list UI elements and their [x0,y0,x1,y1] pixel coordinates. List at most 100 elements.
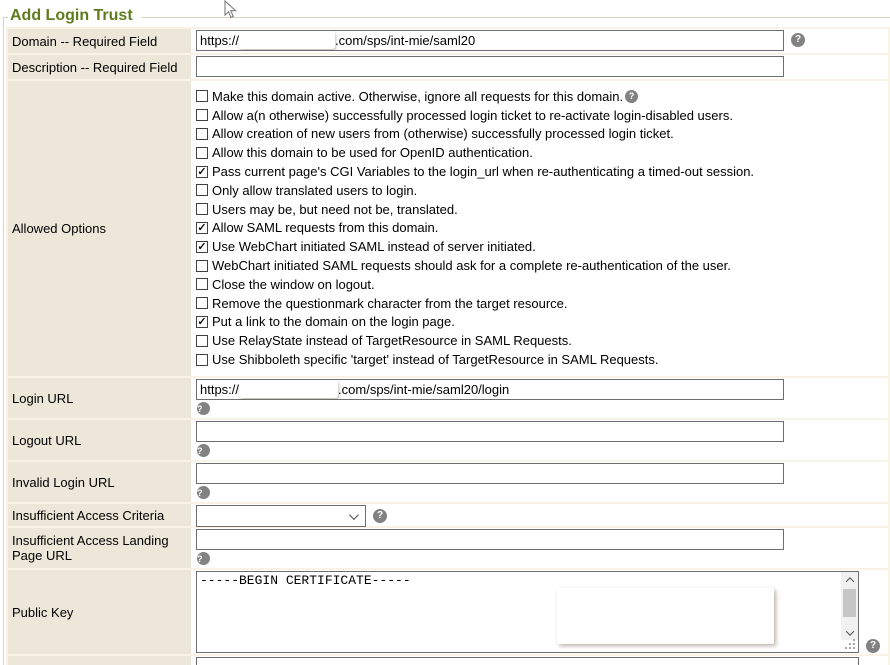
mouse-cursor-icon [224,0,237,19]
checkbox-only-translated-users[interactable] [196,184,208,196]
login-url-prefix: https:// [200,382,239,397]
scroll-up-button[interactable] [841,572,858,587]
checkbox-openid[interactable] [196,147,208,159]
logout-url-cell: ? [191,420,888,460]
option-shibboleth-target: Use Shibboleth specific 'target' instead… [196,350,888,369]
description-label: Description -- Required Field [8,55,191,79]
add-login-trust-page: Add Login Trust Domain -- Required Field… [0,0,890,665]
allowed-options-label: Allowed Options [8,81,191,376]
checkbox-remove-questionmark[interactable] [196,297,208,309]
form-row-allowed-options: Allowed Options Make this domain active.… [8,81,888,376]
checkbox-shibboleth-target[interactable] [196,354,208,366]
checkbox-user-creation[interactable] [196,128,208,140]
option-label: Put a link to the domain on the login pa… [212,314,455,329]
option-allow-saml: ✓ Allow SAML requests from this domain. [196,219,888,238]
option-label: Pass current page's CGI Variables to the… [212,164,754,179]
textarea-scrollbar[interactable] [841,572,858,640]
login-url-cell: https:// .com/sps/int-mie/saml20/login ? [191,378,888,418]
insufficient-access-criteria-cell: ? [191,504,888,526]
arrow-down-icon [845,627,853,635]
redaction-box [239,380,338,398]
checkbox-users-may-be-translated[interactable] [196,203,208,215]
checkbox-webchart-initiated-saml[interactable]: ✓ [196,241,208,253]
logout-url-help-icon[interactable]: ? [197,444,210,457]
domain-help-icon[interactable]: ? [791,33,805,47]
form-row-insufficient-access-criteria: Insufficient Access Criteria ? [8,504,888,526]
public-key-cell: -----BEGIN CERTIFICATE----- ? [191,570,888,654]
public-key-textarea[interactable]: -----BEGIN CERTIFICATE----- [196,571,859,653]
checkbox-link-on-login-page[interactable]: ✓ [196,316,208,328]
checkbox-make-domain-active[interactable] [196,90,208,102]
option-label: Allow creation of new users from (otherw… [212,126,674,141]
insufficient-access-landing-cell: ? [191,528,888,568]
option-label: Remove the questionmark character from t… [212,296,568,311]
form-row-invalid-login-url: Invalid Login URL ? [8,462,888,502]
resize-grip[interactable] [853,647,855,649]
option-close-window-logout: Close the window on logout. [196,275,888,294]
cutoff-input[interactable] [196,657,859,665]
invalid-login-url-help-icon[interactable]: ? [197,486,210,499]
form-fieldset: Add Login Trust Domain -- Required Field… [3,17,890,665]
invalid-login-url-input[interactable] [196,463,784,484]
checkbox-close-window-logout[interactable] [196,278,208,290]
arrow-up-icon [845,577,853,585]
option-remove-questionmark: Remove the questionmark character from t… [196,294,888,313]
allowed-options-list: Make this domain active. Otherwise, igno… [196,82,888,369]
form-row-login-url: Login URL https:// .com/sps/int-mie/saml… [8,378,888,418]
option-label: WebChart initiated SAML requests should … [212,258,731,273]
option-label: Use Shibboleth specific 'target' instead… [212,352,658,367]
option-user-creation: Allow creation of new users from (otherw… [196,125,888,144]
option-label: Use RelayState instead of TargetResource… [212,333,572,348]
login-url-label: Login URL [8,378,191,418]
insufficient-access-criteria-select[interactable] [196,505,366,527]
insufficient-access-criteria-help-icon[interactable]: ? [373,509,387,523]
checkbox-saml-complete-reauth[interactable] [196,260,208,272]
cutoff-cell [191,656,888,665]
invalid-login-url-cell: ? [191,462,888,502]
form-row-cutoff [8,656,888,665]
redaction-box [239,31,335,49]
option-saml-complete-reauth: WebChart initiated SAML requests should … [196,256,888,275]
checkbox-pass-cgi-variables[interactable]: ✓ [196,166,208,178]
redaction-box [557,588,774,644]
form-row-insufficient-access-landing: Insufficient Access Landing Page URL ? [8,528,888,568]
invalid-login-url-label: Invalid Login URL [8,462,191,502]
option-only-translated-users: Only allow translated users to login. [196,181,888,200]
option-link-on-login-page: ✓ Put a link to the domain on the login … [196,313,888,332]
insufficient-access-landing-help-icon[interactable]: ? [197,552,210,565]
insufficient-access-landing-input[interactable] [196,529,784,550]
logout-url-input[interactable] [196,421,784,442]
domain-label: Domain -- Required Field [8,29,191,53]
public-key-help-icon[interactable]: ? [866,639,880,653]
checkbox-ticket-reactivate[interactable] [196,109,208,121]
option-help-icon[interactable]: ? [625,90,638,103]
insufficient-access-criteria-label: Insufficient Access Criteria [8,504,191,526]
certificate-text: -----BEGIN CERTIFICATE----- [197,572,858,589]
form-row-domain: Domain -- Required Field https:// .com/s… [8,29,888,53]
checkbox-allow-saml[interactable]: ✓ [196,222,208,234]
form-row-description: Description -- Required Field [8,55,888,79]
login-url-input[interactable]: https:// .com/sps/int-mie/saml20/login [196,379,784,400]
insufficient-access-landing-label: Insufficient Access Landing Page URL [8,528,191,568]
domain-input[interactable]: https:// .com/sps/int-mie/saml20 [196,30,784,51]
login-url-suffix: .com/sps/int-mie/saml20/login [338,382,509,397]
description-input[interactable] [196,56,784,77]
checkbox-use-relaystate[interactable] [196,335,208,347]
scrollbar-thumb[interactable] [843,589,856,617]
domain-input-prefix: https:// [200,33,239,48]
option-users-may-be-translated: Users may be, but need not be, translate… [196,200,888,219]
option-label: Close the window on logout. [212,277,375,292]
allowed-options-cell: Make this domain active. Otherwise, igno… [191,81,888,376]
option-make-domain-active: Make this domain active. Otherwise, igno… [196,87,888,106]
domain-input-suffix: .com/sps/int-mie/saml20 [335,33,475,48]
cutoff-label [8,656,191,665]
login-url-help-icon[interactable]: ? [197,402,210,415]
scroll-down-button[interactable] [841,625,858,640]
option-openid: Allow this domain to be used for OpenID … [196,143,888,162]
public-key-label: Public Key [8,570,191,654]
form-table: Domain -- Required Field https:// .com/s… [6,27,890,665]
description-value-cell [191,55,888,79]
option-label: Allow this domain to be used for OpenID … [212,145,533,160]
logout-url-label: Logout URL [8,420,191,460]
form-row-public-key: Public Key -----BEGIN CERTIFICATE----- [8,570,888,654]
